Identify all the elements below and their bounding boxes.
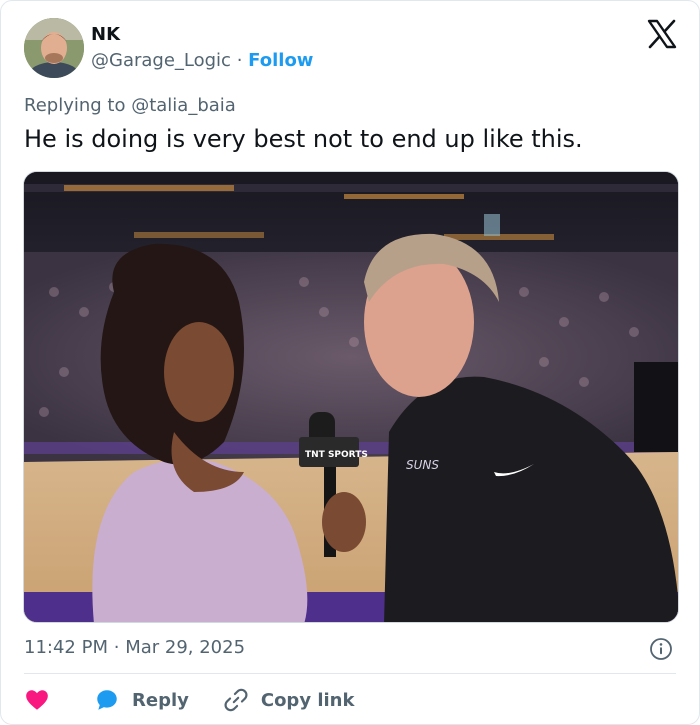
tweet-timestamp[interactable]: 11:42 PM · Mar 29, 2025: [24, 637, 245, 658]
mic-flag-text: TNT SPORTS: [305, 450, 368, 460]
link-icon: [224, 688, 248, 712]
reply-label: Reply: [132, 689, 189, 711]
author-avatar[interactable]: [24, 18, 84, 78]
info-icon[interactable]: [649, 637, 673, 661]
tweet-actions: Reply Copy link: [24, 685, 354, 715]
replying-to-mention[interactable]: @talia_baia: [131, 95, 236, 116]
heart-icon: [26, 690, 48, 710]
avatar-photo: [24, 18, 84, 78]
tweet-media-image[interactable]: TNT SPORTS SUNS: [23, 171, 679, 623]
tweet-date: Mar 29, 2025: [125, 637, 246, 658]
timestamp-separator: ·: [113, 637, 120, 658]
follow-button[interactable]: Follow: [248, 50, 313, 71]
copy-link-label: Copy link: [260, 689, 355, 711]
tweet-text: He is doing is very best not to end up l…: [24, 125, 583, 153]
reply-button[interactable]: Reply: [94, 687, 189, 713]
handle-separator: ·: [236, 50, 243, 71]
replying-to-label: Replying to: [24, 95, 126, 116]
like-button[interactable]: [24, 687, 50, 713]
x-logo-icon[interactable]: [647, 19, 677, 49]
copy-link-button[interactable]: Copy link: [223, 687, 355, 713]
actions-divider: [24, 673, 676, 674]
jersey-text: SUNS: [406, 458, 439, 472]
author-name[interactable]: NK: [91, 24, 120, 45]
author-handle[interactable]: @Garage_Logic: [91, 50, 231, 71]
author-handle-row: @Garage_Logic · Follow: [91, 50, 313, 71]
speech-bubble-icon: [97, 690, 117, 710]
tweet-time: 11:42 PM: [24, 637, 108, 658]
replying-to: Replying to @talia_baia: [24, 95, 236, 116]
media-photo: TNT SPORTS SUNS: [24, 172, 678, 622]
tweet-embed-card: NK @Garage_Logic · Follow Replying to @t…: [0, 0, 700, 725]
